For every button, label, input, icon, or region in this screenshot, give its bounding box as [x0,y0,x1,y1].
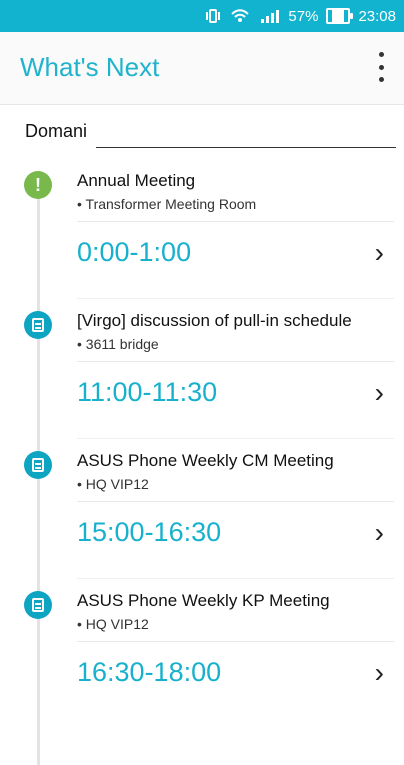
event-divider [77,438,394,439]
section-title: Domani [25,121,88,141]
app-bar: What's Next [0,32,404,105]
wifi-icon [230,8,250,24]
chevron-right-icon[interactable]: › [375,237,384,269]
event-time: 15:00-16:30 [77,517,222,547]
event-item[interactable]: ASUS Phone Weekly KP Meeting • HQ VIP12 … [0,585,404,725]
event-time: 0:00-1:00 [77,237,192,267]
chevron-right-icon[interactable]: › [375,377,384,409]
event-title: ASUS Phone Weekly CM Meeting [77,451,334,470]
event-title: Annual Meeting [77,171,196,190]
signal-icon [258,8,280,24]
battery-icon [326,8,354,24]
event-time: 11:00-11:30 [77,377,218,407]
status-icons: 57% 23:08 [204,0,396,32]
event-title: ASUS Phone Weekly KP Meeting [77,591,330,610]
event-separator [77,361,394,362]
chevron-right-icon[interactable]: › [375,657,384,689]
chevron-right-icon[interactable]: › [375,517,384,549]
event-location: • Transformer Meeting Room [77,196,257,212]
event-item[interactable]: [Virgo] discussion of pull-in schedule •… [0,305,404,445]
event-separator [77,501,394,502]
event-divider [77,578,394,579]
calendar-note-icon [24,451,52,479]
event-location: • 3611 bridge [77,336,159,352]
calendar-note-icon [24,311,52,339]
event-separator [77,641,394,642]
dot-icon [378,64,384,70]
status-bar: 57% 23:08 [0,0,404,32]
event-separator [77,221,394,222]
alert-icon: ! [24,171,52,199]
dot-icon [378,52,384,57]
events-content: Domani ! Annual Meeting • Transformer Me… [0,105,404,765]
clock-time: 23:08 [358,7,396,25]
event-time: 16:30-18:00 [77,657,222,687]
event-title: [Virgo] discussion of pull-in schedule [77,311,352,330]
event-item[interactable]: ! Annual Meeting • Transformer Meeting R… [0,165,404,305]
event-divider [77,298,394,299]
event-location: • HQ VIP12 [77,616,149,632]
battery-percentage: 57% [288,7,319,25]
vibrate-icon [204,8,222,24]
event-location: • HQ VIP12 [77,476,149,492]
overflow-menu-button[interactable] [373,52,389,82]
section-divider [96,147,396,148]
app-title: What's Next [20,52,160,82]
calendar-note-icon [24,591,52,619]
dot-icon [378,77,384,82]
event-item[interactable]: ASUS Phone Weekly CM Meeting • HQ VIP12 … [0,445,404,585]
